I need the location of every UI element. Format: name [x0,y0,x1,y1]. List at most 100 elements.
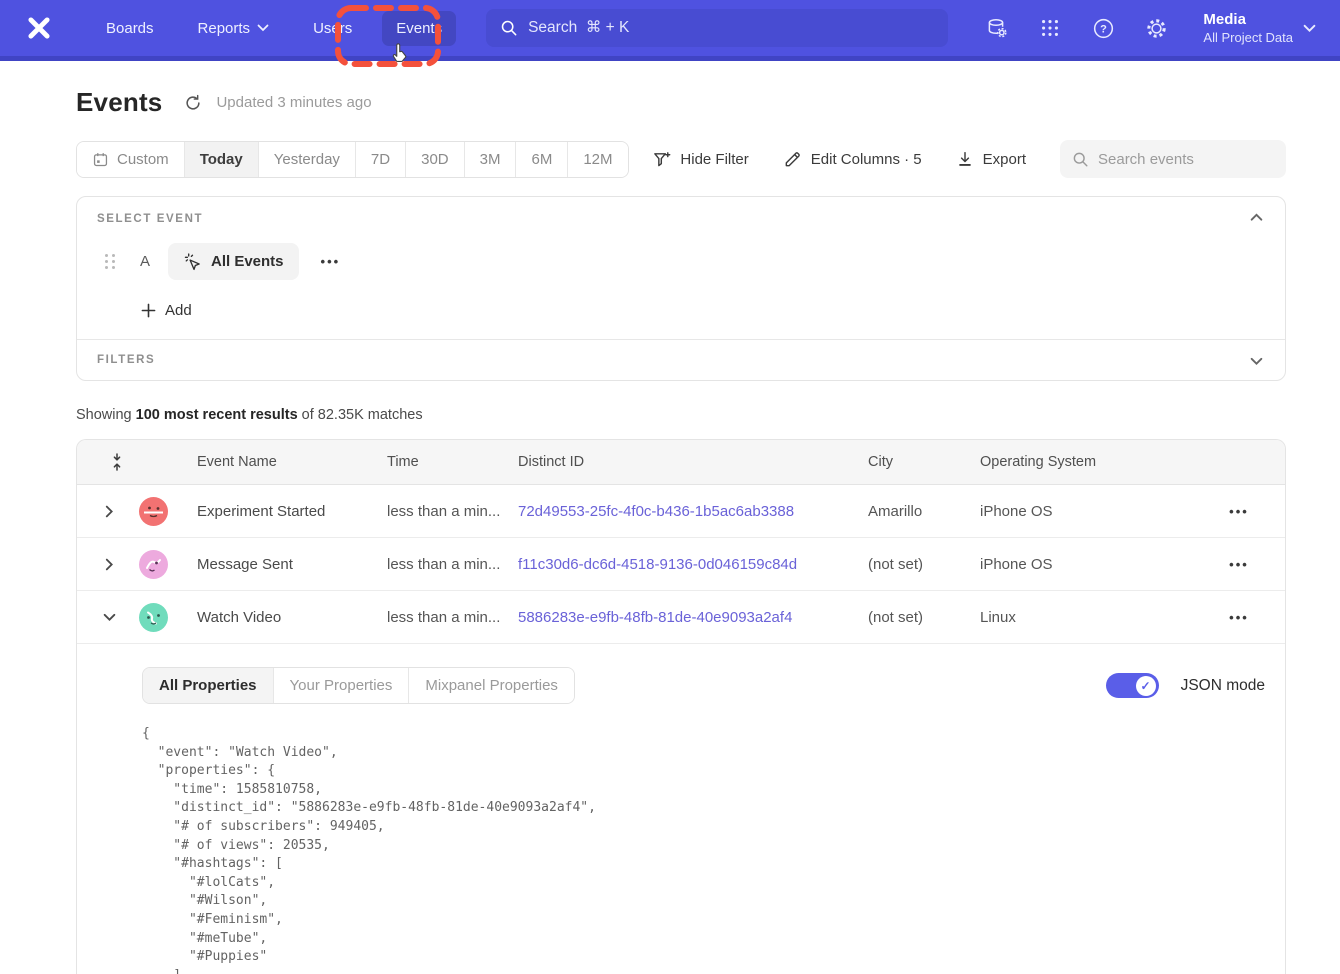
date-range-custom[interactable]: Custom [77,142,185,177]
help-icon[interactable]: ? [1091,16,1115,40]
select-event-label: SELECT EVENT [97,213,1265,225]
chevron-down-icon [257,24,269,32]
table-row: Message Sent less than a min... f11c30d6… [77,538,1285,591]
project-selector[interactable]: Media All Project Data [1203,10,1316,46]
chevron-down-icon[interactable] [1246,353,1267,370]
date-range-3m[interactable]: 3M [465,142,517,177]
cell-city: Amarillo [868,503,980,520]
calendar-icon [92,151,109,168]
cell-event-name: Message Sent [197,556,387,573]
export-button[interactable]: Export [956,150,1026,168]
mixpanel-logo-icon[interactable] [24,13,54,43]
hide-filter-label: Hide Filter [680,151,748,168]
column-header-time[interactable]: Time [387,454,518,470]
event-selector-button[interactable]: All Events [168,243,299,280]
refresh-icon[interactable] [184,94,202,112]
summary-suffix: of 82.35K matches [298,407,423,423]
nav-item-users[interactable]: Users [299,11,366,46]
event-row-more-button[interactable]: ••• [315,250,347,273]
date-range-today[interactable]: Today [185,142,259,177]
cell-time: less than a min... [387,556,518,573]
date-range-yesterday[interactable]: Yesterday [259,142,356,177]
tab-all-properties[interactable]: All Properties [143,668,274,703]
nav-item-reports[interactable]: Reports [184,11,284,46]
settings-gear-icon[interactable] [1144,16,1168,40]
collapse-row-icon[interactable] [95,603,123,631]
row-more-button[interactable]: ••• [1211,553,1267,576]
drag-handle[interactable] [105,254,116,269]
column-header-os[interactable]: Operating System [980,454,1211,470]
search-events-input[interactable] [1098,151,1274,168]
page-header: Events Updated 3 minutes ago [76,87,1286,118]
nav-item-events[interactable]: Events [382,11,456,46]
date-range-yesterday-label: Yesterday [274,151,340,168]
expand-row-icon[interactable] [95,550,123,578]
column-header-distinct-id[interactable]: Distinct ID [518,454,868,470]
date-range-6m[interactable]: 6M [516,142,568,177]
global-search[interactable] [486,9,948,47]
main-content: Events Updated 3 minutes ago Custom [76,87,1286,974]
column-header-event-name[interactable]: Event Name [197,454,387,470]
date-range-picker: Custom Today Yesterday 7D 30D 3M 6M 12M [76,141,629,178]
table-row-expanded: Watch Video less than a min... 5886283e-… [77,591,1285,644]
page-title: Events [76,87,162,118]
svg-text:?: ? [1100,23,1107,35]
expand-row-icon[interactable] [95,497,123,525]
avatar [139,603,168,632]
summary-count: 100 most recent results [136,407,298,423]
nav-item-boards[interactable]: Boards [92,11,168,46]
date-range-today-label: Today [200,151,243,168]
chevron-up-icon[interactable] [1246,209,1267,226]
date-range-7d[interactable]: 7D [356,142,406,177]
search-icon [1072,151,1089,168]
cell-city: (not set) [868,609,980,626]
cell-time: less than a min... [387,609,518,626]
distinct-id-link[interactable]: 5886283e-e9fb-48fb-81de-40e9093a2af4 [518,609,792,626]
search-events-field[interactable] [1060,140,1286,178]
nav-item-users-label: Users [313,20,352,37]
pencil-icon [783,150,802,169]
last-updated-text: Updated 3 minutes ago [216,94,371,111]
events-table: Event Name Time Distinct ID City Operati… [76,439,1286,974]
top-navbar: Boards Reports Users Events [0,0,1340,61]
cell-event-name: Watch Video [197,609,387,626]
data-management-icon[interactable] [985,16,1009,40]
controls-row: Custom Today Yesterday 7D 30D 3M 6M 12M … [76,140,1286,178]
json-mode-toggle[interactable]: ✓ [1106,673,1159,698]
event-json-view: { "event": "Watch Video", "properties": … [142,725,1265,974]
row-more-button[interactable]: ••• [1211,606,1267,629]
date-range-7d-label: 7D [371,151,390,168]
tab-mixpanel-properties[interactable]: Mixpanel Properties [409,668,574,703]
table-toolbar: Hide Filter Edit Columns · 5 [652,140,1286,178]
json-mode-label: JSON mode [1181,677,1265,695]
nav-item-boards-label: Boards [106,20,154,37]
tab-your-properties[interactable]: Your Properties [274,668,410,703]
date-range-30d[interactable]: 30D [406,142,465,177]
avatar [139,497,168,526]
add-event-button[interactable]: Add [141,302,1265,319]
hide-filter-button[interactable]: Hide Filter [652,150,748,169]
distinct-id-link[interactable]: 72d49553-25fc-4f0c-b436-1b5ac6ab3388 [518,503,794,520]
navbar-right-cluster: ? Media All Project Data [985,10,1316,46]
cell-os: Linux [980,609,1211,626]
date-range-12m[interactable]: 12M [568,142,627,177]
edit-columns-button[interactable]: Edit Columns · 5 [783,150,922,169]
results-summary: Showing 100 most recent results of 82.35… [76,407,1286,423]
filters-section[interactable]: FILTERS [77,339,1285,380]
row-more-button[interactable]: ••• [1211,500,1267,523]
event-row-letter: A [138,253,152,270]
cell-time: less than a min... [387,503,518,520]
apps-grid-icon[interactable] [1038,16,1062,40]
global-search-input[interactable] [528,19,934,37]
cell-os: iPhone OS [980,503,1211,520]
table-row: Experiment Started less than a min... 72… [77,485,1285,538]
date-range-12m-label: 12M [583,151,612,168]
project-scope: All Project Data [1203,29,1293,46]
summary-prefix: Showing [76,407,136,423]
column-header-city[interactable]: City [868,454,980,470]
collapse-all-icon[interactable] [95,453,139,471]
distinct-id-link[interactable]: f11c30d6-dc6d-4518-9136-0d046159c84d [518,556,797,573]
table-header-row: Event Name Time Distinct ID City Operati… [77,440,1285,485]
filter-funnel-icon [652,150,671,169]
event-query-row: A All Events ••• [97,243,1265,280]
